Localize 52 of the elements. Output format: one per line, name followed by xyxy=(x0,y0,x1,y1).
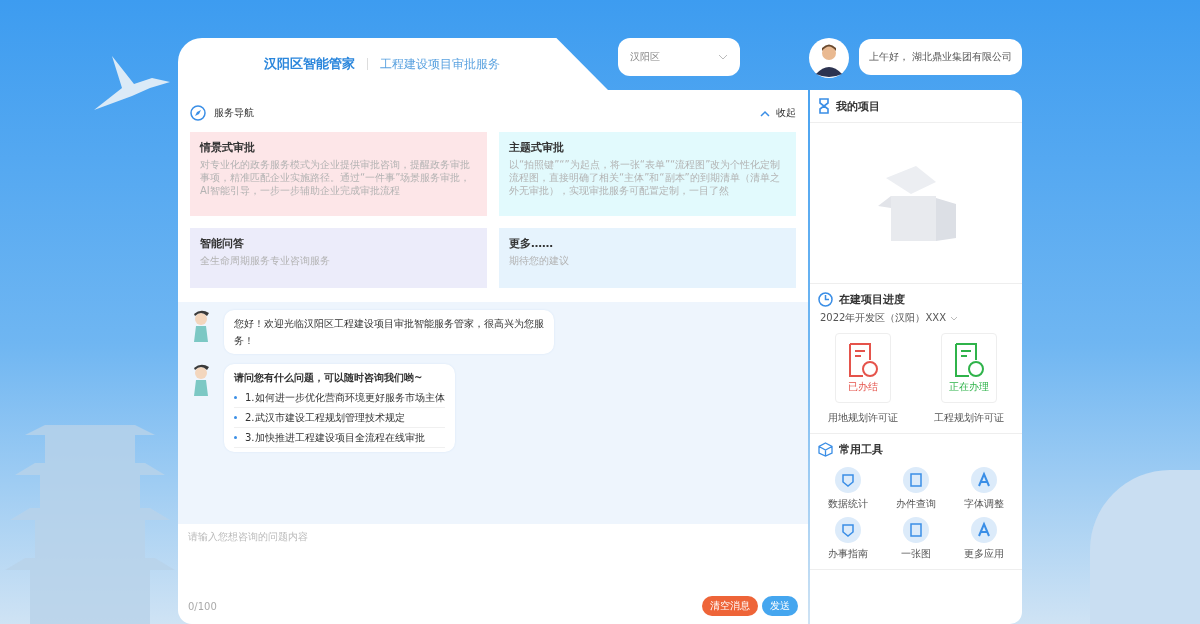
section-title: 服务导航 xyxy=(214,106,254,120)
service-subtitle: 工程建设项目审批服务 xyxy=(380,55,500,73)
project-select[interactable]: 2022年开发区（汉阳）XXX xyxy=(820,311,946,325)
question-link[interactable]: 2.武汉市建设工程规划管理技术规定 xyxy=(245,409,405,426)
bullet-icon xyxy=(234,436,237,439)
card-title: 更多…… xyxy=(509,236,554,251)
greeting-text: 上午好， 湖北鼎业集团有限公司 xyxy=(858,39,1022,75)
tool-icon xyxy=(971,467,997,493)
permit-status: 已办结 xyxy=(848,380,878,394)
tool-button[interactable]: 办件查询 xyxy=(882,467,950,511)
bullet-icon xyxy=(234,396,237,399)
permit-status: 正在办理 xyxy=(949,380,989,394)
permit-name: 用地规划许可证 xyxy=(828,411,898,425)
chevron-up-icon xyxy=(760,109,770,117)
tool-icon xyxy=(903,517,929,543)
clock-icon xyxy=(818,292,833,307)
question-link[interactable]: 3.加快推进工程建设项目全流程在线审批 xyxy=(245,429,425,446)
card-title: 智能问答 xyxy=(200,236,245,251)
message-text: 请问您有什么问题，可以随时咨询我们哟~ xyxy=(234,371,424,385)
tool-icon xyxy=(971,517,997,543)
card-description: 期待您的建议 xyxy=(509,254,570,267)
card-description: 全生命周期服务专业咨询服务 xyxy=(200,254,331,267)
tool-icon xyxy=(835,517,861,543)
character-counter: 0/100 xyxy=(188,600,217,612)
service-card[interactable]: 更多…… 期待您的建议 xyxy=(499,228,796,288)
bullet-icon xyxy=(234,416,237,419)
avatar-icon[interactable] xyxy=(808,38,849,78)
tool-button[interactable]: 字体调整 xyxy=(950,467,1018,511)
tool-button[interactable]: 一张图 xyxy=(882,517,950,561)
collapse-button[interactable]: 收起 xyxy=(760,106,796,120)
cube-icon xyxy=(818,442,833,457)
section-title: 常用工具 xyxy=(839,442,883,457)
section-title: 我的项目 xyxy=(836,98,880,114)
card-title: 情景式审批 xyxy=(200,140,256,155)
tool-button[interactable]: 办事指南 xyxy=(814,517,882,561)
district-select[interactable]: 汉阳区 xyxy=(618,38,740,76)
service-card[interactable]: 智能问答 全生命周期服务专业咨询服务 xyxy=(190,228,487,288)
card-title: 主题式审批 xyxy=(509,140,565,155)
permit-card[interactable]: 已办结 xyxy=(835,333,891,403)
chevron-down-icon xyxy=(950,315,958,321)
hourglass-icon xyxy=(818,98,830,114)
chevron-down-icon xyxy=(718,54,728,60)
tool-button[interactable]: 数据统计 xyxy=(814,467,882,511)
tool-icon xyxy=(835,467,861,493)
tool-button[interactable]: 更多应用 xyxy=(950,517,1018,561)
message-text: 您好！欢迎光临汉阳区工程建设项目审批智能服务管家，很高兴为您服务！ xyxy=(234,318,544,346)
question-link[interactable]: 1.如何进一步优化营商环境更好服务市场主体 xyxy=(245,389,445,406)
tool-icon xyxy=(903,467,929,493)
brand-title: 汉阳区智能管家 xyxy=(264,55,355,73)
compass-icon xyxy=(190,105,206,121)
permit-name: 工程规划许可证 xyxy=(934,411,1004,425)
section-title: 在建项目进度 xyxy=(839,292,905,307)
